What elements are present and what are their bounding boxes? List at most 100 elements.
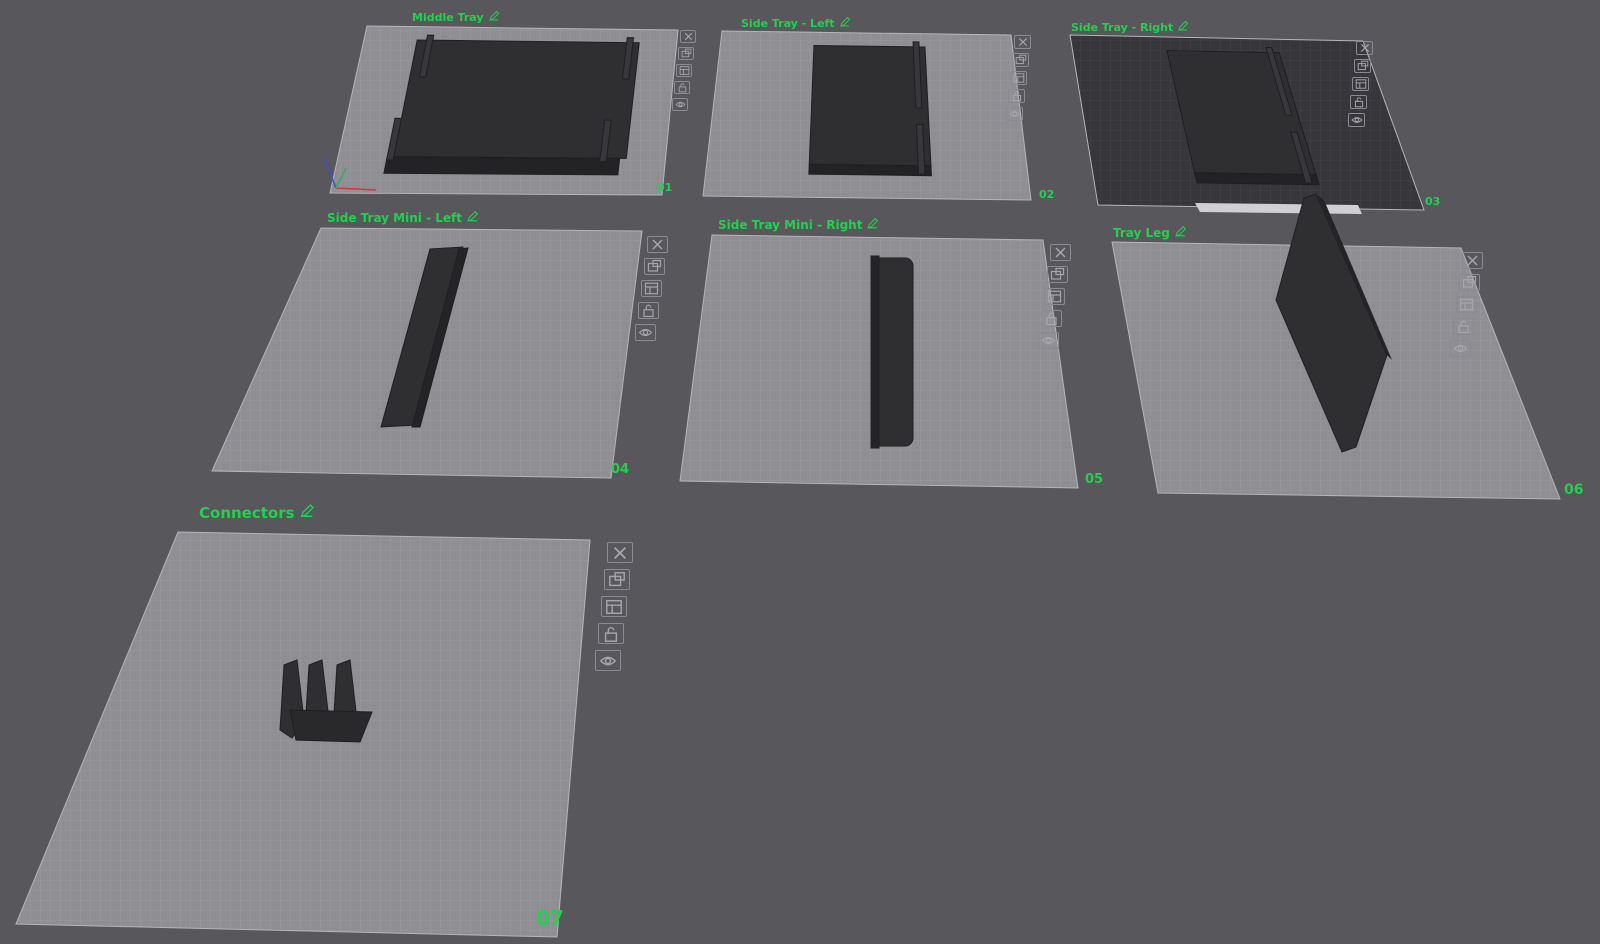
plate-settings-icon: [1459, 297, 1474, 312]
plate-title-05[interactable]: Side Tray Mini - Right: [718, 217, 879, 233]
lock-button[interactable]: [598, 623, 624, 644]
eye-button[interactable]: [1006, 107, 1023, 121]
eye-button[interactable]: [595, 650, 621, 671]
build-plate-07[interactable]: [15, 531, 591, 938]
pencil-icon[interactable]: [1174, 225, 1187, 241]
lock-button[interactable]: [1350, 95, 1367, 109]
lock-button[interactable]: [1008, 89, 1025, 103]
plate-toolbar-03: [1348, 41, 1373, 127]
auto-arrange-icon: [1462, 275, 1477, 290]
plate-toolbar-04: [635, 236, 668, 341]
plate-number-03: 03: [1425, 195, 1441, 208]
plate-settings-icon: [605, 598, 623, 616]
auto-arrange-icon: [1357, 60, 1369, 72]
model-rect-tray[interactable]: [808, 44, 932, 167]
plate-title-02[interactable]: Side Tray - Left: [741, 16, 851, 31]
eye-button[interactable]: [672, 98, 688, 111]
auto-arrange-button[interactable]: [644, 258, 665, 275]
plate-settings-button[interactable]: [1044, 288, 1065, 305]
eye-icon: [1041, 333, 1056, 348]
eye-icon: [674, 99, 686, 110]
close-button[interactable]: [1014, 35, 1031, 49]
auto-arrange-icon: [1015, 54, 1027, 66]
pencil-icon[interactable]: [488, 10, 500, 25]
close-icon: [1017, 36, 1029, 48]
model-connector-base[interactable]: [289, 709, 373, 743]
build-plate-05[interactable]: [679, 234, 1079, 489]
plate-number-05: 05: [1085, 472, 1104, 487]
auto-arrange-button[interactable]: [1354, 59, 1371, 73]
model-rail[interactable]: [870, 255, 880, 449]
auto-arrange-icon: [647, 259, 662, 274]
lock-icon: [677, 82, 688, 93]
lock-button[interactable]: [638, 302, 659, 319]
eye-button[interactable]: [1038, 332, 1059, 349]
plate-settings-button[interactable]: [641, 280, 662, 297]
plate-title-06[interactable]: Tray Leg: [1113, 225, 1187, 241]
plate-settings-button[interactable]: [601, 596, 627, 617]
plate-settings-button[interactable]: [1010, 71, 1027, 85]
close-icon: [650, 237, 665, 252]
pencil-icon[interactable]: [466, 210, 479, 226]
eye-button[interactable]: [1450, 340, 1471, 357]
auto-arrange-button[interactable]: [1459, 274, 1480, 291]
pencil-icon[interactable]: [1177, 20, 1189, 35]
plate-title-07[interactable]: Connectors: [199, 503, 315, 523]
plate-toolbar-05: [1038, 244, 1071, 349]
build-plate-01[interactable]: [323, 25, 679, 196]
lock-button[interactable]: [1453, 318, 1474, 335]
close-button[interactable]: [647, 236, 668, 253]
plate-toolbar-07: [595, 542, 633, 671]
plate-title-01[interactable]: Middle Tray: [412, 10, 500, 25]
close-icon: [1359, 42, 1371, 54]
close-icon: [1053, 245, 1068, 260]
plate-title-text: Connectors: [199, 504, 295, 522]
close-button[interactable]: [1356, 41, 1373, 55]
plate-toolbar-06: [1450, 252, 1483, 357]
eye-icon: [1009, 108, 1021, 120]
auto-arrange-button[interactable]: [1047, 266, 1068, 283]
plate-settings-icon: [1355, 78, 1367, 90]
plate-settings-icon: [1047, 289, 1062, 304]
model-side[interactable]: [383, 156, 621, 176]
lock-button[interactable]: [674, 81, 690, 94]
lock-icon: [1353, 96, 1365, 108]
build-plate-04[interactable]: [211, 227, 643, 479]
plate-settings-button[interactable]: [1456, 296, 1477, 313]
plate-title-text: Side Tray - Left: [741, 17, 835, 30]
plate-toolbar-02: [1006, 35, 1031, 121]
plate-title-text: Side Tray Mini - Right: [718, 218, 863, 232]
eye-button[interactable]: [1348, 113, 1365, 127]
plate-title-04[interactable]: Side Tray Mini - Left: [327, 210, 479, 226]
plate-settings-button[interactable]: [676, 64, 692, 77]
eye-icon: [599, 652, 617, 670]
eye-button[interactable]: [635, 324, 656, 341]
pencil-icon[interactable]: [866, 217, 879, 233]
close-button[interactable]: [1050, 244, 1071, 261]
auto-arrange-button[interactable]: [604, 569, 630, 590]
plate-settings-icon: [644, 281, 659, 296]
auto-arrange-button[interactable]: [678, 47, 694, 60]
close-button[interactable]: [680, 30, 696, 43]
plate-number-04: 04: [611, 462, 630, 477]
close-button[interactable]: [1462, 252, 1483, 269]
pencil-icon[interactable]: [839, 16, 851, 31]
plate-title-text: Tray Leg: [1113, 226, 1170, 240]
plate-number-06: 06: [1564, 482, 1584, 498]
auto-arrange-icon: [608, 571, 626, 589]
lock-icon: [1044, 311, 1059, 326]
auto-arrange-button[interactable]: [1012, 53, 1029, 67]
lock-icon: [641, 303, 656, 318]
eye-icon: [638, 325, 653, 340]
build-plate-02[interactable]: [702, 30, 1032, 201]
close-icon: [1465, 253, 1480, 268]
plate-title-03[interactable]: Side Tray - Right: [1071, 20, 1189, 35]
plate-settings-icon: [1013, 72, 1025, 84]
pencil-icon[interactable]: [299, 503, 315, 523]
plate-title-text: Side Tray Mini - Left: [327, 211, 462, 225]
plate-settings-button[interactable]: [1352, 77, 1369, 91]
lock-button[interactable]: [1041, 310, 1062, 327]
build-plate-scene: [15, 25, 1561, 938]
eye-icon: [1453, 341, 1468, 356]
close-button[interactable]: [607, 542, 633, 563]
